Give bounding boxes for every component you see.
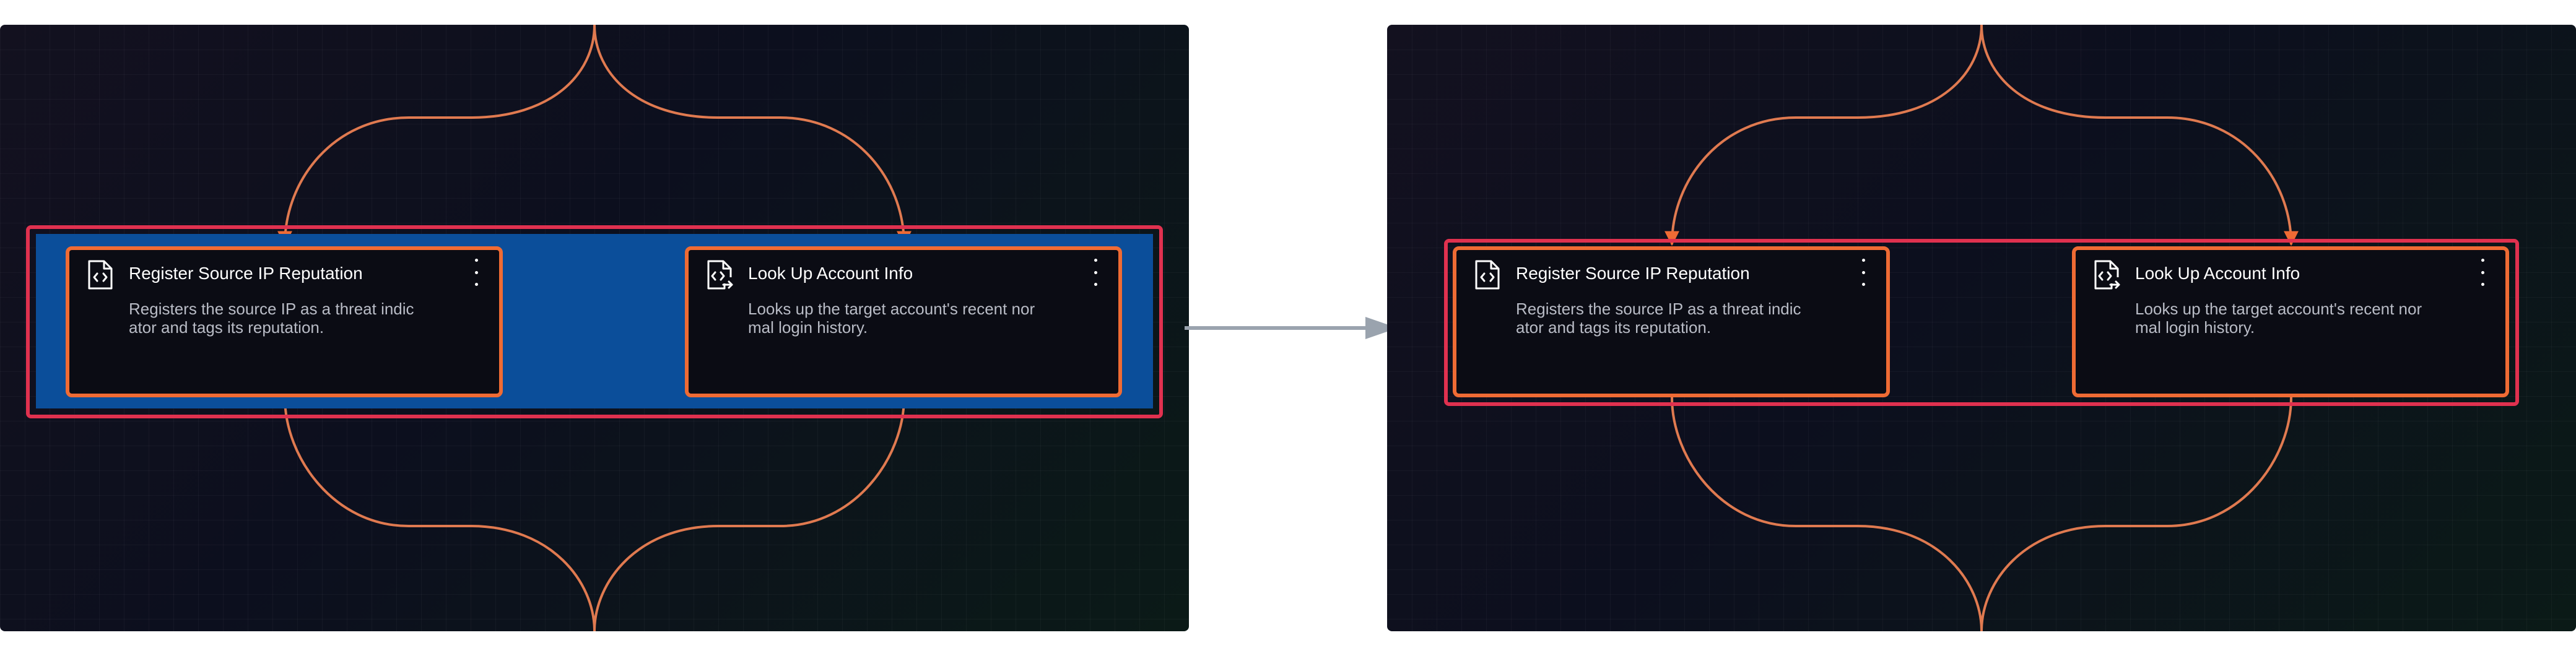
node-title: Look Up Account Info (748, 264, 913, 283)
edge-top-left (1664, 25, 1983, 246)
edge-bottom-left (1671, 397, 1983, 631)
edge-bottom-left (284, 397, 596, 631)
node-description: Registers the source IP as a threat indi… (129, 300, 414, 337)
edge-bottom-right (1980, 397, 2292, 631)
more-vertical-icon[interactable] (2478, 259, 2487, 286)
script-file-export-icon (706, 259, 733, 291)
node-card-look-up-account-info[interactable]: Look Up Account Info Looks up the target… (685, 246, 1122, 397)
edge-bottom-right (593, 397, 905, 631)
edge-top-left (277, 25, 596, 246)
node-description: Registers the source IP as a threat indi… (1516, 300, 1801, 337)
canvas-before[interactable]: Register Source IP Reputation Registers … (0, 25, 1189, 631)
node-card-look-up-account-info[interactable]: Look Up Account Info Looks up the target… (2072, 246, 2509, 397)
script-file-icon (1474, 259, 1501, 291)
node-title: Register Source IP Reputation (129, 264, 363, 283)
edge-top-right (593, 25, 912, 246)
edge-top-right (1980, 25, 2299, 246)
node-title: Register Source IP Reputation (1516, 264, 1750, 283)
node-card-register-source-ip-reputation[interactable]: Register Source IP Reputation Registers … (66, 246, 503, 397)
node-description: Looks up the target account's recent nor… (2135, 300, 2422, 337)
node-description: Looks up the target account's recent nor… (748, 300, 1035, 337)
script-file-export-icon (2093, 259, 2120, 291)
more-vertical-icon[interactable] (1859, 259, 1868, 286)
node-card-register-source-ip-reputation[interactable]: Register Source IP Reputation Registers … (1453, 246, 1890, 397)
canvas-after[interactable]: Register Source IP Reputation Registers … (1387, 25, 2576, 631)
more-vertical-icon[interactable] (1091, 259, 1100, 286)
right-arrow-icon (1185, 317, 1398, 339)
node-title: Look Up Account Info (2135, 264, 2300, 283)
script-file-icon (87, 259, 114, 291)
more-vertical-icon[interactable] (472, 259, 481, 286)
